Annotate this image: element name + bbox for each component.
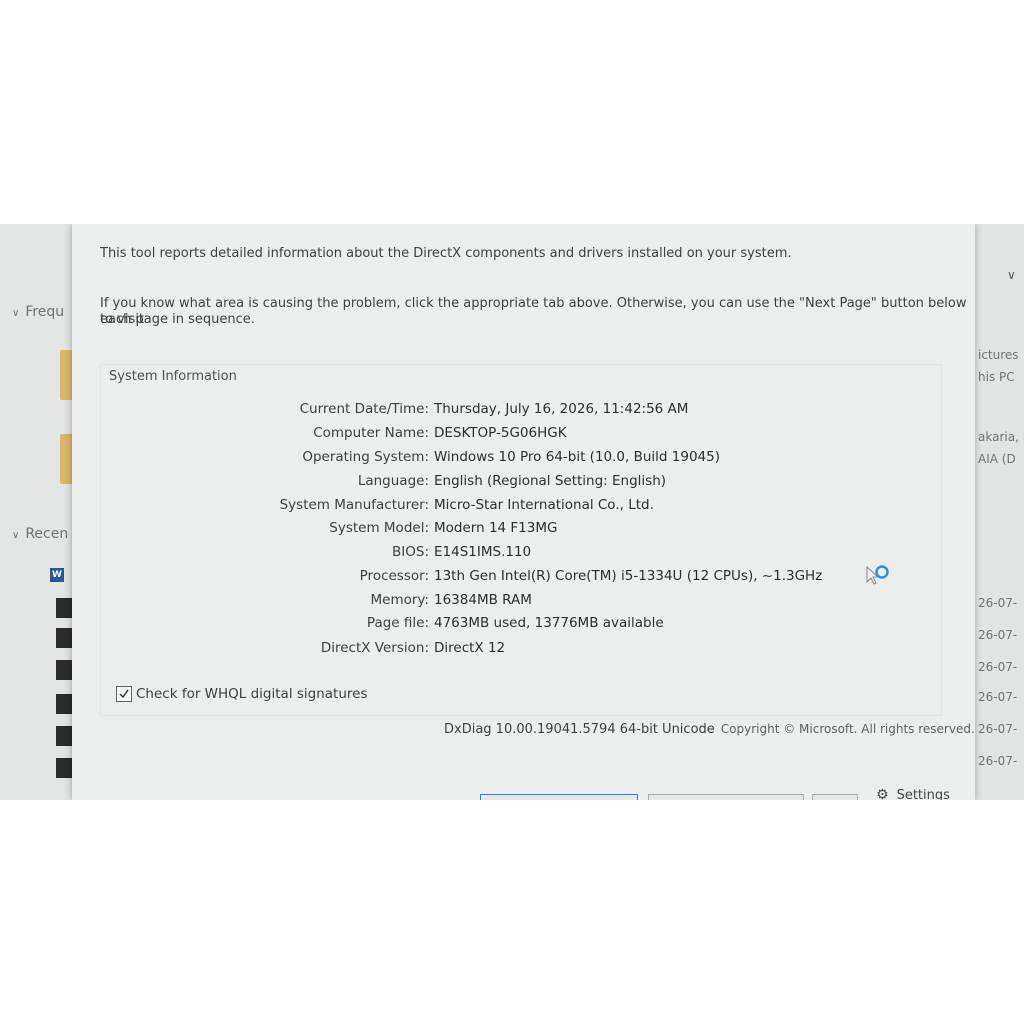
info-label: System Model: <box>329 520 429 536</box>
info-row: Current Date/Time: Thursday, July 16, 20… <box>101 401 941 423</box>
info-value: Thursday, July 16, 2026, 11:42:56 AM <box>434 401 689 417</box>
whql-label: Check for WHQL digital signatures <box>136 686 368 702</box>
background-text: akaria, I <box>978 430 1024 444</box>
info-value: Windows 10 Pro 64-bit (10.0, Build 19045… <box>434 449 720 465</box>
info-label: Page file: <box>366 615 429 631</box>
intro-text: This tool reports detailed information a… <box>100 246 792 261</box>
info-row: Page file: 4763MB used, 13776MB availabl… <box>101 615 941 637</box>
info-value: 16384MB RAM <box>434 592 532 608</box>
version-footer: DxDiag 10.00.19041.5794 64-bit Unicode Co… <box>444 722 975 737</box>
background-date: 26-07- <box>978 722 1018 736</box>
info-label: Computer Name: <box>313 425 429 441</box>
file-icon[interactable] <box>56 694 72 714</box>
background-date: 26-07- <box>978 754 1018 768</box>
background-date: 26-07- <box>978 596 1018 610</box>
intro-text: each page in sequence. <box>100 312 255 327</box>
info-value: 4763MB used, 13776MB available <box>434 615 664 631</box>
info-label: Processor: <box>359 568 429 584</box>
info-label: Memory: <box>370 592 429 608</box>
group-title: System Information <box>107 369 239 384</box>
background-text: his PC <box>978 370 1015 384</box>
dxdiag-window: This tool reports detailed information a… <box>72 224 975 800</box>
version-text: DxDiag 10.00.19041.5794 64-bit Unicode <box>444 722 715 737</box>
info-row: Processor: 13th Gen Intel(R) Core(TM) i5… <box>101 568 941 590</box>
info-label: BIOS: <box>392 544 429 560</box>
info-row: Language: English (Regional Setting: Eng… <box>101 473 941 495</box>
info-label: Operating System: <box>302 449 429 465</box>
file-icon[interactable] <box>56 598 72 618</box>
frequent-section-header[interactable]: ∨ Frequ <box>12 304 64 320</box>
whql-checkbox-row[interactable]: Check for WHQL digital signatures <box>116 686 367 702</box>
info-label: Current Date/Time: <box>299 401 429 417</box>
info-row: System Manufacturer: Micro-Star Internat… <box>101 497 941 519</box>
file-icon[interactable] <box>56 660 72 680</box>
save-button[interactable] <box>812 794 858 800</box>
explorer-background-left: ∨ Frequ ∨ Recen W <box>0 224 80 800</box>
settings-button[interactable]: ⚙ Settings <box>876 787 950 800</box>
info-label: Language: <box>357 473 429 489</box>
info-row: BIOS: E14S1IMS.110 <box>101 544 941 566</box>
recent-section-header[interactable]: ∨ Recen <box>12 526 68 542</box>
word-file-icon[interactable]: W <box>50 568 64 582</box>
explorer-background-right: ∨ ictures his PC akaria, I AIA (D 26-07-… <box>975 224 1024 800</box>
background-date: 26-07- <box>978 690 1018 704</box>
frequent-label: Frequ <box>25 304 65 320</box>
file-icon[interactable] <box>56 628 72 648</box>
file-icon[interactable] <box>56 726 72 746</box>
whql-checkbox[interactable] <box>116 686 132 702</box>
copyright-text: Copyright © Microsoft. All rights reserv… <box>720 722 975 736</box>
info-row: Memory: 16384MB RAM <box>101 592 941 614</box>
info-value: DirectX 12 <box>434 640 506 656</box>
info-row: Operating System: Windows 10 Pro 64-bit … <box>101 449 941 471</box>
help-button[interactable] <box>480 794 638 800</box>
info-label: System Manufacturer: <box>279 497 429 513</box>
recent-label: Recen <box>25 526 69 542</box>
info-value: Micro-Star International Co., Ltd. <box>434 497 654 513</box>
busy-cursor-icon <box>866 564 890 594</box>
next-page-button[interactable] <box>648 794 804 800</box>
info-value: English (Regional Setting: English) <box>434 473 667 489</box>
chevron-down-icon[interactable]: ∨ <box>1007 268 1016 282</box>
info-value: DESKTOP-5G06HGK <box>434 425 567 441</box>
settings-label: Settings <box>896 788 950 800</box>
background-date: 26-07- <box>978 628 1018 642</box>
info-value: Modern 14 F13MG <box>434 520 558 536</box>
background-text: AIA (D <box>978 452 1016 466</box>
info-row: System Model: Modern 14 F13MG <box>101 520 941 542</box>
system-information-group: System Information Current Date/Time: Th… <box>100 364 942 716</box>
chevron-down-icon: ∨ <box>12 308 20 319</box>
file-icon[interactable] <box>56 758 72 778</box>
chevron-down-icon: ∨ <box>12 530 20 541</box>
info-row: Computer Name: DESKTOP-5G06HGK <box>101 425 941 447</box>
gear-icon: ⚙ <box>876 787 889 800</box>
info-label: DirectX Version: <box>320 640 429 656</box>
checkmark-icon <box>119 689 129 699</box>
info-value: 13th Gen Intel(R) Core(TM) i5-1334U (12 … <box>434 568 823 584</box>
info-row: DirectX Version: DirectX 12 <box>101 640 941 662</box>
background-text: ictures <box>978 348 1019 362</box>
screen-photo: ∨ Frequ ∨ Recen W ∨ ictures his PC akaria,… <box>0 224 1024 800</box>
info-value: E14S1IMS.110 <box>434 544 532 560</box>
background-date: 26-07- <box>978 660 1018 674</box>
